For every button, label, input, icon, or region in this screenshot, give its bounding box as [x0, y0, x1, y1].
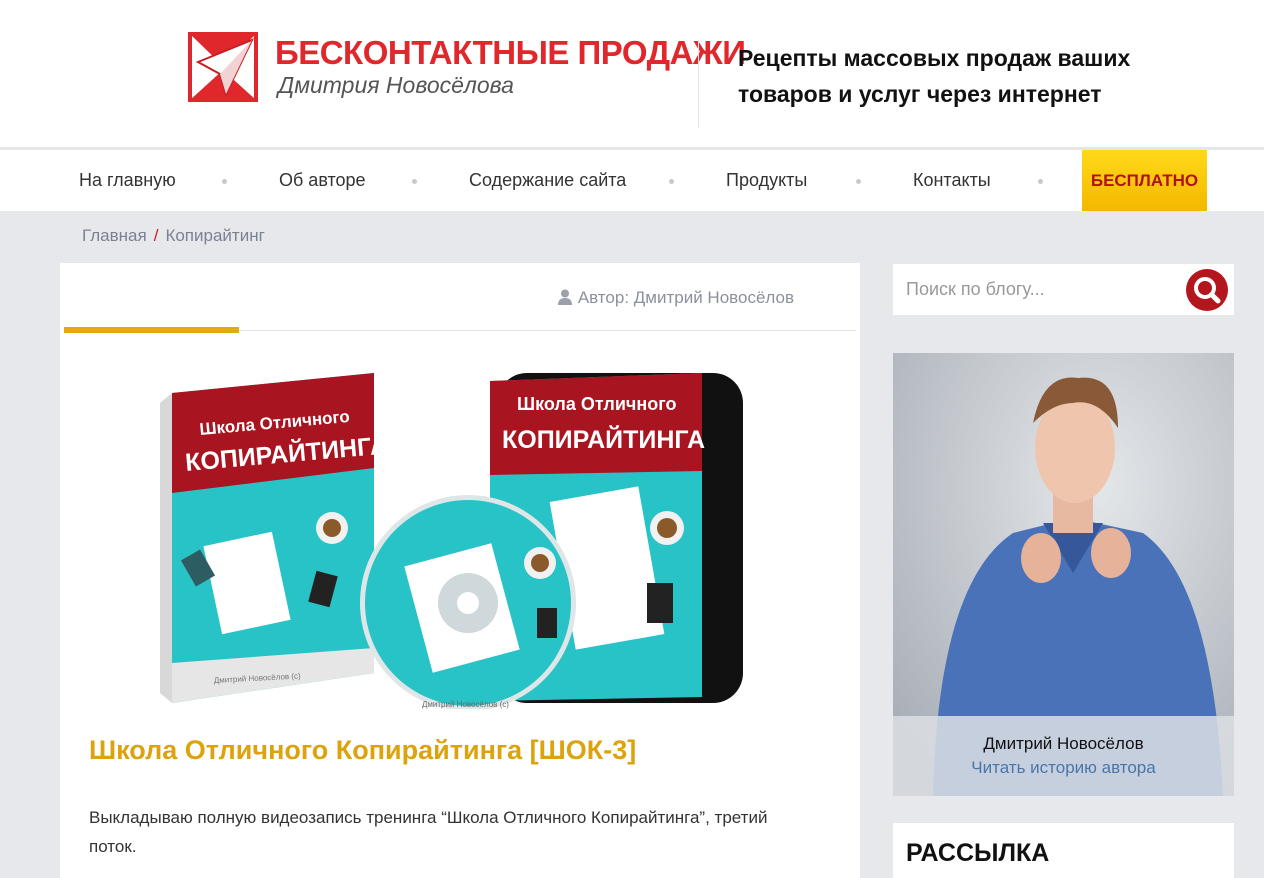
post-excerpt: Выкладываю полную видеозапись тренинга “…	[89, 808, 768, 856]
nav-item-about[interactable]: Об авторе	[279, 150, 366, 211]
breadcrumb-home[interactable]: Главная	[82, 226, 147, 245]
nav-separator	[412, 179, 417, 184]
newsletter-title: РАССЫЛКА	[906, 839, 1050, 867]
breadcrumb-current[interactable]: Копирайтинг	[165, 226, 264, 245]
header-divider	[698, 40, 699, 128]
breadcrumb: Главная / Копирайтинг	[82, 226, 265, 246]
box-title-line1: Школа Отличного	[517, 394, 677, 414]
logo-envelope-icon[interactable]	[188, 32, 258, 102]
box-title-line2: КОПИРАЙТИНГА	[502, 424, 705, 454]
main-nav: На главную Об авторе Содержание сайта Пр…	[0, 147, 1264, 211]
nav-item-free[interactable]: БЕСПЛАТНО	[1082, 150, 1207, 211]
author-name: Дмитрий Новосёлов	[983, 734, 1144, 753]
search-input[interactable]	[893, 264, 1173, 315]
search-button[interactable]	[1186, 269, 1228, 311]
tab-active-indicator	[64, 327, 239, 333]
site-tagline: Рецепты массовых продаж ваших товаров и …	[738, 45, 1131, 107]
author-story-link[interactable]: Читать историю автора	[893, 758, 1234, 778]
author-card: Дмитрий Новосёлов Читать историю автора	[893, 353, 1234, 796]
site-header: БЕСКОНТАКТНЫЕ ПРОДАЖИ Дмитрия Новосёлова…	[0, 0, 1264, 147]
search-icon	[1194, 277, 1221, 304]
nav-item-contacts[interactable]: Контакты	[913, 150, 991, 211]
disc-footer: Дмитрий Новосёлов (с)	[422, 700, 509, 709]
person-icon	[557, 289, 572, 310]
sidebar-search	[893, 264, 1234, 315]
author-caption: Дмитрий Новосёлов Читать историю автора	[893, 716, 1234, 796]
nav-item-home[interactable]: На главную	[79, 150, 176, 211]
nav-separator	[1038, 179, 1043, 184]
post-author-text[interactable]: Автор: Дмитрий Новосёлов	[578, 288, 794, 307]
nav-separator	[222, 179, 227, 184]
nav-separator	[856, 179, 861, 184]
nav-separator	[669, 179, 674, 184]
post-hero-image: Школа Отличного КОПИРАЙТИНГА Дмитрий Нов…	[142, 363, 754, 711]
logo-subtitle[interactable]: Дмитрия Новосёлова	[278, 72, 514, 99]
nav-item-products[interactable]: Продукты	[726, 150, 807, 211]
post-title[interactable]: Школа Отличного Копирайтинга [ШОК-3]	[89, 735, 636, 766]
newsletter-widget: РАССЫЛКА	[893, 823, 1234, 878]
nav-item-contents[interactable]: Содержание сайта	[469, 150, 626, 211]
logo-title[interactable]: БЕСКОНТАКТНЫЕ ПРОДАЖИ	[275, 34, 746, 72]
post-author: Автор: Дмитрий Новосёлов	[557, 288, 794, 310]
breadcrumb-separator: /	[153, 226, 159, 245]
post-card: Автор: Дмитрий Новосёлов Школа Отличного…	[60, 263, 860, 878]
